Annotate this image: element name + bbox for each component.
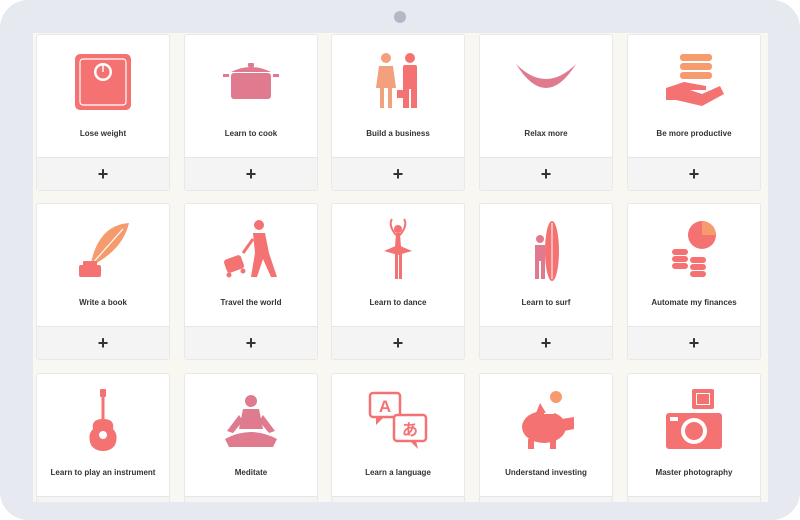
- add-goal-button[interactable]: +: [185, 157, 317, 190]
- hand-coins-icon: [628, 47, 760, 117]
- goal-card-master-photography[interactable]: Master photography +: [627, 373, 761, 502]
- meditation-icon: [185, 386, 317, 456]
- goal-label: Build a business: [366, 129, 430, 138]
- goal-label: Learn to dance: [369, 298, 427, 307]
- goal-card-learn-to-surf[interactable]: Learn to surf +: [479, 203, 613, 360]
- goal-card-travel-the-world[interactable]: Travel the world +: [184, 203, 318, 360]
- goal-label: Learn to play an instrument: [50, 468, 156, 477]
- add-goal-button[interactable]: +: [628, 326, 760, 359]
- add-goal-button[interactable]: +: [628, 496, 760, 502]
- goal-card-relax-more[interactable]: Relax more +: [479, 34, 613, 191]
- coin-stacks-icon: [628, 216, 760, 286]
- goal-label: Learn to cook: [224, 129, 278, 138]
- add-goal-button[interactable]: +: [185, 326, 317, 359]
- goals-grid: Lose weight + Learn to cook + Build a bu…: [33, 33, 768, 502]
- goal-label: Write a book: [79, 298, 127, 307]
- svg-text:A: A: [379, 397, 391, 416]
- goal-label: Learn a language: [365, 468, 431, 477]
- goal-label: Learn to surf: [521, 298, 571, 307]
- goal-card-automate-my-finances[interactable]: Automate my finances +: [627, 203, 761, 360]
- add-goal-button[interactable]: +: [628, 157, 760, 190]
- surfer-board-icon: [480, 216, 612, 286]
- goal-card-meditate[interactable]: Meditate +: [184, 373, 318, 502]
- camera-icon: [394, 11, 406, 23]
- add-goal-button[interactable]: +: [332, 326, 464, 359]
- ballerina-icon: [332, 216, 464, 286]
- goal-card-lose-weight[interactable]: Lose weight +: [36, 34, 170, 191]
- cooking-pot-icon: [185, 47, 317, 117]
- add-goal-button[interactable]: +: [480, 496, 612, 502]
- add-goal-button[interactable]: +: [37, 157, 169, 190]
- svg-text:あ: あ: [402, 420, 418, 439]
- goal-label: Travel the world: [220, 298, 282, 307]
- guitar-icon: [37, 386, 169, 456]
- goal-label: Meditate: [234, 468, 268, 477]
- goal-card-write-a-book[interactable]: Write a book +: [36, 203, 170, 360]
- piggy-bank-icon: [480, 386, 612, 456]
- goal-label: Lose weight: [79, 129, 127, 138]
- goal-card-build-a-business[interactable]: Build a business +: [331, 34, 465, 191]
- goal-label: Relax more: [524, 129, 568, 138]
- traveler-suitcase-icon: [185, 216, 317, 286]
- goal-card-learn-to-play-an-instrument[interactable]: Learn to play an instrument +: [36, 373, 170, 502]
- goal-label: Understand investing: [505, 468, 587, 477]
- add-goal-button[interactable]: +: [332, 496, 464, 502]
- camera-icon: [628, 386, 760, 456]
- goal-label: Master photography: [655, 468, 733, 477]
- add-goal-button[interactable]: +: [37, 326, 169, 359]
- add-goal-button[interactable]: +: [480, 157, 612, 190]
- scale-icon: [37, 47, 169, 117]
- add-goal-button[interactable]: +: [185, 496, 317, 502]
- hammock-icon: [480, 47, 612, 117]
- goal-card-be-more-productive[interactable]: Be more productive +: [627, 34, 761, 191]
- goal-card-learn-to-cook[interactable]: Learn to cook +: [184, 34, 318, 191]
- goal-card-learn-a-language[interactable]: A あ Learn a language +: [331, 373, 465, 502]
- quill-inkwell-icon: [37, 216, 169, 286]
- goal-card-learn-to-dance[interactable]: Learn to dance +: [331, 203, 465, 360]
- business-people-icon: [332, 47, 464, 117]
- goal-card-understand-investing[interactable]: Understand investing +: [479, 373, 613, 502]
- add-goal-button[interactable]: +: [332, 157, 464, 190]
- goal-label: Be more productive: [656, 129, 732, 138]
- goal-label: Automate my finances: [651, 298, 737, 307]
- add-goal-button[interactable]: +: [480, 326, 612, 359]
- add-goal-button[interactable]: +: [37, 496, 169, 502]
- translation-bubbles-icon: A あ: [332, 386, 464, 456]
